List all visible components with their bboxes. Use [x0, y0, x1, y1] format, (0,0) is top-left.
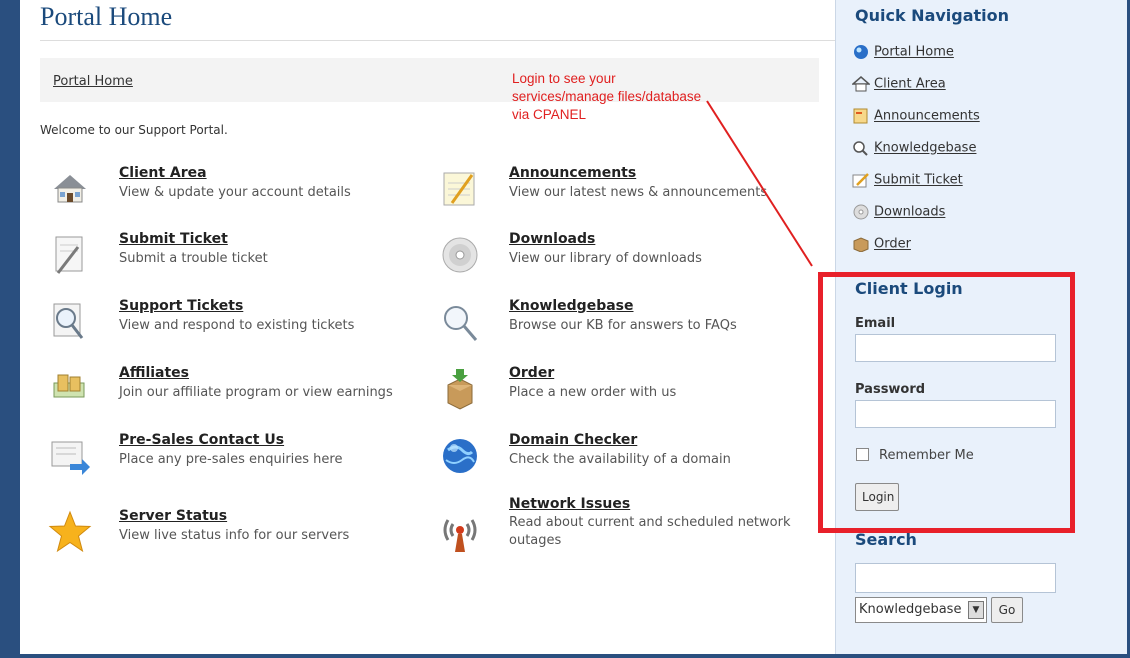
globe-icon — [443, 439, 477, 473]
money-icon — [53, 374, 85, 398]
list-item-support-tickets: Support Tickets View and respond to exis… — [48, 298, 438, 350]
search-scope-select[interactable]: Knowledgebase ▼ — [855, 597, 987, 623]
quick-navigation-heading: Quick Navigation — [855, 6, 1010, 25]
pen-paper-icon — [55, 236, 83, 274]
knowledgebase-link[interactable]: Knowledgebase — [509, 298, 634, 314]
magnifier-doc-icon — [53, 303, 84, 339]
item-description: Place a new order with us — [509, 385, 677, 400]
search-go-button[interactable]: Go — [991, 597, 1023, 623]
announcements-link[interactable]: Announcements — [509, 165, 636, 181]
sidebar-item-label[interactable]: Downloads — [874, 205, 945, 220]
order-link[interactable]: Order — [509, 365, 554, 381]
box-small-icon — [853, 237, 869, 252]
sidebar-item-submit-ticket[interactable]: Submit Ticket — [852, 172, 963, 188]
star-icon — [48, 510, 92, 553]
list-item-order: Order Place a new order with us — [438, 365, 828, 417]
sidebar-item-label[interactable]: Knowledgebase — [874, 141, 976, 156]
item-description: Read about current and scheduled network… — [509, 515, 791, 548]
downloads-link[interactable]: Downloads — [509, 231, 595, 247]
disc-icon — [442, 237, 478, 273]
box-icon — [447, 369, 473, 410]
list-item-affiliates: Affiliates Join our affiliate program or… — [48, 365, 438, 417]
list-item-client-area: Client Area View & update your account d… — [48, 165, 438, 217]
sidebar-item-order[interactable]: Order — [852, 236, 911, 252]
item-description: Check the availability of a domain — [509, 452, 731, 467]
antenna-icon — [443, 519, 477, 552]
affiliates-link[interactable]: Affiliates — [119, 365, 189, 381]
annotation-note: Login to see your services/manage files/… — [512, 71, 702, 122]
notepad-icon — [443, 172, 475, 206]
sidebar-item-downloads[interactable]: Downloads — [852, 204, 945, 220]
sidebar-item-label[interactable]: Order — [874, 237, 911, 252]
item-description: View & update your account details — [119, 185, 351, 200]
item-description: Browse our KB for answers to FAQs — [509, 318, 737, 333]
house-icon — [54, 175, 86, 203]
main-content: Portal Home Portal Home Welcome to our S… — [20, 0, 840, 654]
bottom-frame-bar — [0, 654, 1130, 658]
globe-small-icon — [854, 45, 868, 59]
network-issues-link[interactable]: Network Issues — [509, 496, 630, 512]
magnifier-icon — [444, 306, 478, 341]
welcome-text: Welcome to our Support Portal. — [40, 123, 228, 137]
list-item-downloads: Downloads View our library of downloads — [438, 231, 828, 283]
sidebar-item-label[interactable]: Announcements — [874, 109, 980, 124]
search-scope-value: Knowledgebase — [859, 602, 962, 617]
search-input[interactable] — [855, 563, 1056, 593]
support-tickets-link[interactable]: Support Tickets — [119, 298, 243, 314]
sidebar-item-label[interactable]: Portal Home — [874, 45, 954, 60]
list-item-pre-sales-contact: Pre-Sales Contact Us Place any pre-sales… — [48, 432, 438, 484]
item-description: View live status info for our servers — [119, 528, 350, 543]
mail-arrow-icon — [51, 441, 90, 475]
house-small-icon — [852, 76, 870, 92]
list-item-domain-checker: Domain Checker Check the availability of… — [438, 432, 828, 484]
domain-checker-link[interactable]: Domain Checker — [509, 432, 637, 448]
pen-small-icon — [852, 173, 869, 188]
sidebar-item-knowledgebase[interactable]: Knowledgebase — [852, 140, 976, 156]
sidebar-item-client-area[interactable]: Client Area — [852, 76, 946, 92]
server-status-link[interactable]: Server Status — [119, 508, 227, 524]
sidebar-item-announcements[interactable]: Announcements — [852, 108, 980, 124]
submit-ticket-link[interactable]: Submit Ticket — [119, 231, 228, 247]
list-item-submit-ticket: Submit Ticket Submit a trouble ticket — [48, 231, 438, 283]
disc-small-icon — [853, 204, 869, 220]
page-title: Portal Home — [40, 2, 173, 31]
sidebar-item-label[interactable]: Submit Ticket — [874, 173, 963, 188]
sidebar-item-portal-home[interactable]: Portal Home — [852, 44, 954, 60]
item-description: Submit a trouble ticket — [119, 251, 268, 266]
title-divider — [40, 40, 840, 41]
item-description: View our library of downloads — [509, 251, 702, 266]
item-description: View and respond to existing tickets — [119, 318, 355, 333]
item-description: View our latest news & announcements — [509, 185, 768, 200]
notepad-small-icon — [853, 108, 868, 124]
sidebar-item-label[interactable]: Client Area — [874, 77, 946, 92]
list-item-network-issues: Network Issues Read about current and sc… — [438, 496, 828, 560]
left-frame-bar — [0, 0, 20, 658]
list-item-announcements: Announcements View our latest news & ann… — [438, 165, 828, 217]
login-highlight-box — [818, 272, 1075, 533]
magnifier-small-icon — [853, 141, 868, 156]
breadcrumb-portal-home-link[interactable]: Portal Home — [53, 74, 133, 89]
list-item-server-status: Server Status View live status info for … — [48, 508, 438, 560]
chevron-down-icon[interactable]: ▼ — [968, 601, 984, 619]
item-description: Join our affiliate program or view earni… — [119, 385, 393, 400]
item-description: Place any pre-sales enquiries here — [119, 452, 343, 467]
list-item-knowledgebase: Knowledgebase Browse our KB for answers … — [438, 298, 828, 350]
client-area-link[interactable]: Client Area — [119, 165, 207, 181]
pre-sales-contact-link[interactable]: Pre-Sales Contact Us — [119, 432, 284, 448]
